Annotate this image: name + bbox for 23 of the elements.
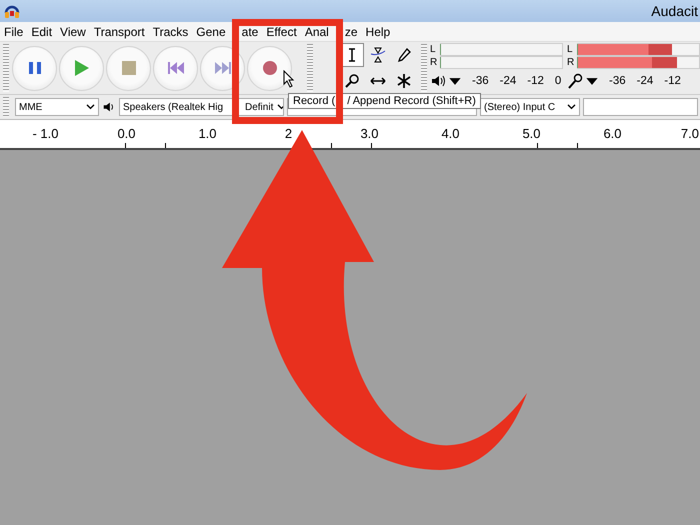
ruler-label: 0.0 [117, 126, 136, 141]
meter-scale-label: -36 [609, 75, 626, 87]
ruler-label: - 1.0 [32, 126, 58, 141]
tooltip-text: / Append Record (Shift+R) [347, 95, 476, 107]
ruler-label: 2 [284, 126, 292, 141]
meter-scale-label: -12 [527, 75, 544, 87]
ruler-label: 5.0 [522, 126, 541, 141]
meter-scale-label: -24 [636, 75, 654, 87]
ruler-label: 4.0 [441, 126, 460, 141]
window-title: Audacit [651, 3, 698, 19]
meter-scale-label: -36 [472, 75, 489, 87]
channel-label: R [567, 56, 576, 68]
ruler-label: 7.0 [680, 126, 699, 141]
ruler-label: 6.0 [603, 126, 622, 141]
channel-label: R [430, 56, 438, 68]
tooltip-text: Record ( [293, 95, 336, 107]
channel-label: L [567, 44, 574, 54]
meter-scale-label: -24 [500, 75, 516, 87]
ruler-label: 1.0 [198, 126, 217, 141]
ruler-label: 3.0 [360, 126, 379, 141]
channel-label: L [430, 44, 437, 54]
meter-scale-label: -12 [664, 75, 681, 87]
meter-scale-label: 0 [554, 75, 562, 87]
